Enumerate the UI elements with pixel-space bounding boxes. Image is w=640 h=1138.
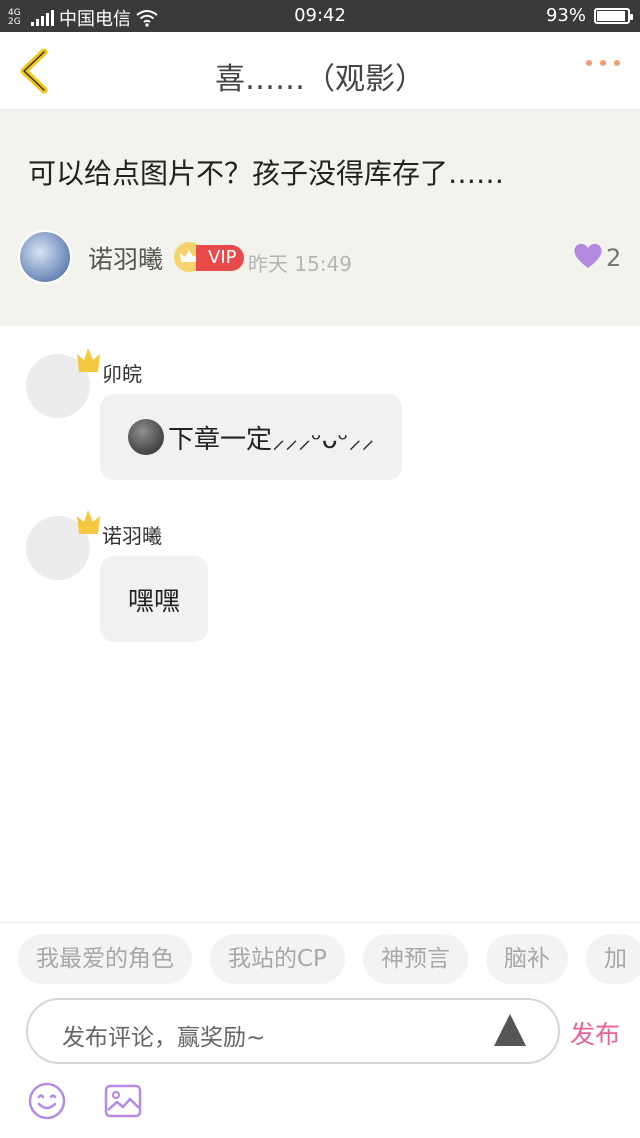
tag-chip[interactable]: 神预言 xyxy=(362,934,468,984)
battery-fill xyxy=(597,10,625,21)
triangle-icon[interactable] xyxy=(494,1014,526,1046)
emoji-icon[interactable] xyxy=(28,1082,66,1120)
status-time: 09:42 xyxy=(294,5,346,26)
tag-chip[interactable]: 加 xyxy=(585,934,640,984)
page-title: 喜……（观影） xyxy=(215,62,425,97)
chat-page: 4G 2G 中国电信 09:42 93% 喜……（观影） 可以给点图片不？孩子没… xyxy=(0,0,640,1138)
message-text: 下章一定⸝⸝⸝ᵕᴗᵕ⸝⸝ xyxy=(168,424,375,455)
message-bubble: 嘿嘿 xyxy=(100,556,209,642)
vip-badge: VIP xyxy=(196,245,245,271)
status-bar: 4G 2G 中国电信 09:42 93% xyxy=(0,0,640,32)
tag-chip[interactable]: 我最爱的角色 xyxy=(18,934,192,984)
heart-icon[interactable] xyxy=(572,240,604,270)
comment-author[interactable]: 诺羽曦 xyxy=(102,520,162,549)
more-dot xyxy=(600,60,606,66)
crown-icon xyxy=(77,510,100,534)
comment-placeholder: 发布评论，赢奖励~ xyxy=(62,1025,266,1051)
status-right: 93% xyxy=(545,5,633,26)
tag-chip[interactable]: 脑补 xyxy=(485,934,568,984)
post-text: 可以给点图片不？孩子没得库存了…… xyxy=(28,157,505,190)
image-icon[interactable] xyxy=(104,1082,142,1120)
more-dot xyxy=(614,60,620,66)
crown-icon xyxy=(77,348,100,372)
publish-button[interactable]: 发布 xyxy=(570,1015,620,1051)
chevron-left-icon xyxy=(20,48,48,94)
message-bubble: 下章一定⸝⸝⸝ᵕᴗᵕ⸝⸝ xyxy=(100,394,403,480)
comment-input[interactable]: 发布评论，赢奖励~ xyxy=(26,998,560,1064)
author-name[interactable]: 诺羽曦 xyxy=(88,240,163,276)
more-button[interactable] xyxy=(586,60,620,66)
tag-chip[interactable]: 我站的CP xyxy=(210,934,345,984)
message-text: 嘿嘿 xyxy=(128,586,181,617)
back-button[interactable] xyxy=(14,48,54,94)
moon-emoji-icon xyxy=(128,419,164,455)
battery-icon xyxy=(594,7,633,24)
more-dot xyxy=(586,60,592,66)
divider xyxy=(0,922,640,923)
author-avatar[interactable] xyxy=(18,230,72,284)
tag-chips: 我最爱的角色 我站的CP 神预言 脑补 加 xyxy=(18,934,640,984)
post-header: 可以给点图片不？孩子没得库存了…… 诺羽曦 VIP 昨天 15:49 2 xyxy=(0,110,640,326)
battery-percent: 93% xyxy=(545,5,586,26)
nav-bar: 喜……（观影） xyxy=(0,32,640,110)
comment-author[interactable]: 卯皖 xyxy=(102,358,142,387)
post-time: 昨天 15:49 xyxy=(248,252,352,276)
like-count: 2 xyxy=(606,244,622,272)
